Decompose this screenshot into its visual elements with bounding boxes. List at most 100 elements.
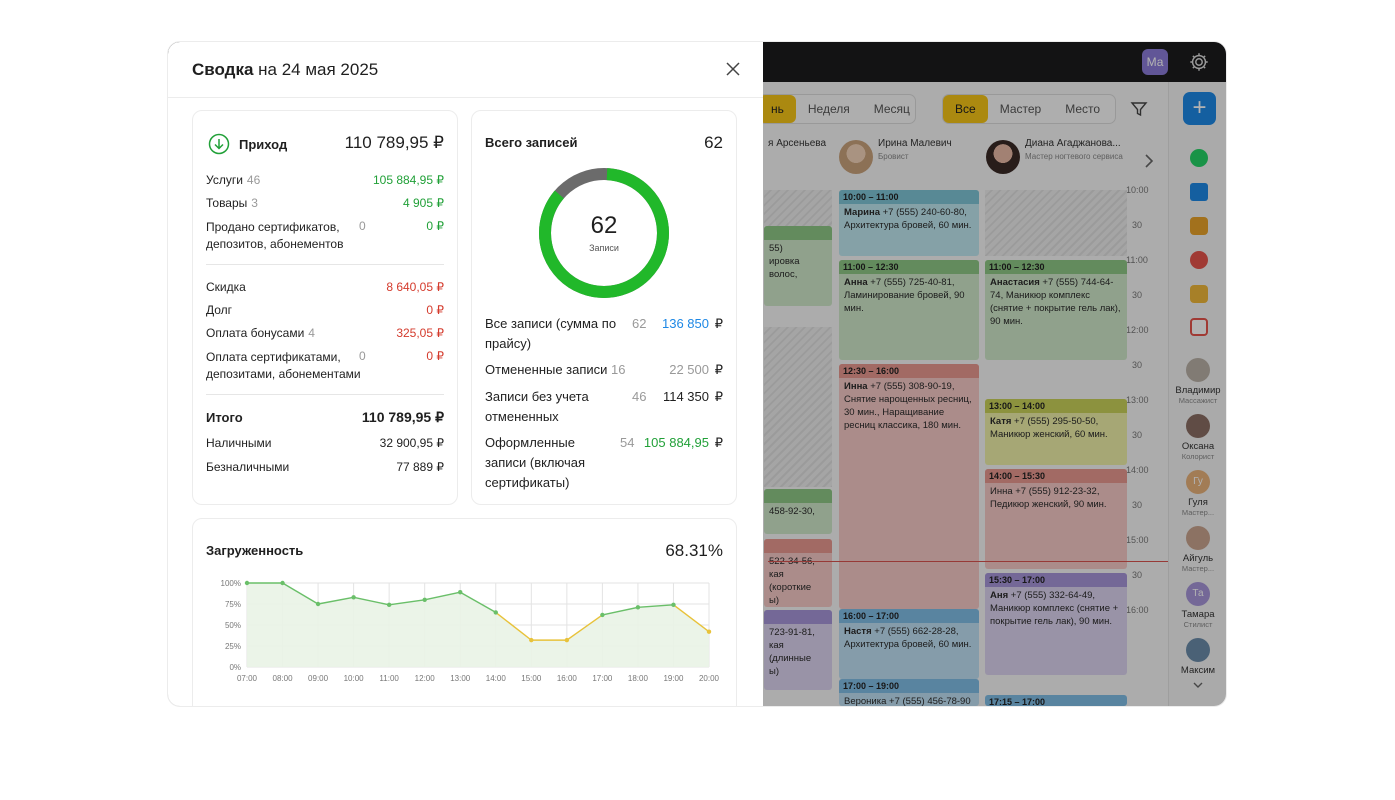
row-count: 46 — [246, 173, 261, 187]
records-row-label: Отмененные записи — [485, 362, 608, 377]
row-label: депозитов, абонементов — [206, 237, 344, 251]
deduction-row: Скидка — [206, 280, 246, 294]
chart-point — [493, 610, 498, 615]
records-row-value: 22 500 — [669, 362, 709, 377]
currency: ₽ — [714, 389, 723, 404]
chart-point — [529, 637, 534, 643]
row-label: Оплата сертификатами, — [206, 350, 341, 364]
currency: ₽ — [714, 316, 723, 331]
x-tick-label: 14:00 — [486, 674, 507, 683]
x-tick-label: 20:00 — [699, 674, 720, 683]
row-value: 105 884,95 ₽ — [372, 173, 444, 187]
row-value: 0 ₽ — [426, 303, 444, 317]
y-tick-label: 100% — [221, 579, 241, 588]
row-label: Оплата бонусами — [206, 326, 305, 340]
currency: ₽ — [714, 362, 723, 377]
deduction-row: Долг — [206, 303, 232, 317]
x-tick-label: 13:00 — [450, 674, 471, 683]
title-bold: Сводка — [192, 60, 254, 79]
row-value: 325,05 ₽ — [396, 326, 444, 340]
close-icon[interactable] — [724, 60, 742, 78]
records-total: 62 — [704, 133, 723, 152]
deduction-row: Оплата бонусами 4 — [206, 326, 315, 340]
income-card: Приход 110 789,95 ₽ Услуги 46 105 884,95 … — [192, 110, 458, 505]
chart-point — [351, 595, 356, 600]
records-row-label: Записи без учета отмененных — [485, 389, 589, 424]
row-label: Продано сертификатов, — [206, 220, 340, 234]
x-tick-label: 16:00 — [557, 674, 578, 683]
income-row: Услуги 46 — [206, 173, 260, 187]
income-label: Приход — [239, 137, 288, 152]
records-row-count: 54 — [620, 435, 635, 450]
load-chart: 100% 75% 50% 25% 0% 07:00 08:00 09:00 10:00 11:00… — [221, 579, 720, 683]
records-card: Всего записей 62 62 Записи Все записи (с… — [471, 110, 737, 505]
currency: ₽ — [714, 435, 723, 450]
chart-point — [280, 580, 285, 586]
total-value: 110 789,95 ₽ — [361, 409, 444, 425]
records-row-count: 16 — [611, 362, 626, 377]
load-card: Загруженность 68.31% 100% 75% 50% 25% 0% 07:0… — [192, 518, 737, 706]
modal-title: Сводка на 24 мая 2025 — [192, 60, 378, 80]
arrow-down-circle-icon — [208, 133, 230, 155]
load-value: 68.31% — [665, 541, 723, 560]
row-label: Услуги — [206, 173, 243, 187]
row-label: Товары — [206, 196, 248, 210]
x-tick-label: 18:00 — [628, 674, 649, 683]
app-window: Ма нь Неделя Месяц Все Мастер Место я Ар… — [168, 42, 1226, 706]
divider — [206, 394, 444, 395]
income-row: Товары 3 — [206, 196, 258, 210]
row-value: 0 ₽ — [426, 349, 444, 363]
load-label: Загруженность — [206, 543, 304, 558]
donut-value: 62 — [590, 212, 618, 239]
title-date: на 24 мая 2025 — [253, 60, 379, 79]
y-tick-label: 50% — [225, 621, 241, 630]
donut-caption: Записи — [589, 243, 619, 253]
x-tick-label: 15:00 — [521, 674, 542, 683]
x-tick-label: 17:00 — [592, 674, 613, 683]
row-label: депозитами, абонементами — [206, 367, 361, 381]
row-count: 0 — [359, 219, 366, 233]
y-tick-label: 25% — [225, 642, 241, 651]
x-tick-label: 19:00 — [663, 674, 684, 683]
row-value: 0 ₽ — [426, 219, 444, 233]
deduction-row: Оплата сертификатами, депозитами, абонеме… — [206, 349, 361, 383]
cash-label: Наличными — [206, 436, 272, 450]
records-row-label: Оформленные записи (включая сертификаты) — [485, 435, 586, 490]
row-value: 8 640,05 ₽ — [386, 280, 444, 294]
y-tick-label: 75% — [225, 600, 241, 609]
chart-point — [458, 590, 463, 595]
chart-point — [422, 597, 427, 602]
records-row-value: 114 350 — [662, 389, 709, 404]
chart-point — [315, 601, 321, 607]
records-row-value: 136 850 — [662, 316, 709, 331]
records-row-count: 46 — [632, 389, 647, 404]
x-tick-label: 07:00 — [237, 674, 258, 683]
x-tick-label: 09:00 — [308, 674, 329, 683]
x-tick-label: 12:00 — [415, 674, 436, 683]
chart-point — [386, 602, 392, 608]
chart-point — [706, 629, 712, 634]
chart-point — [600, 612, 605, 618]
row-count: 3 — [251, 196, 258, 210]
income-total: 110 789,95 ₽ — [344, 133, 444, 152]
card-value: 77 889 ₽ — [396, 460, 444, 474]
x-tick-label: 11:00 — [379, 674, 399, 683]
income-row: Продано сертификатов, депозитов, абонемен… — [206, 219, 343, 253]
x-tick-label: 08:00 — [273, 674, 294, 683]
row-count: 4 — [308, 326, 315, 340]
chart-point — [635, 605, 641, 610]
x-tick-label: 10:00 — [344, 674, 365, 683]
row-label: Долг — [206, 303, 233, 317]
row-label: Скидка — [206, 280, 246, 294]
summary-modal: Сводка на 24 мая 2025 Приход 110 789,95 … — [168, 42, 763, 706]
cash-value: 32 900,95 ₽ — [379, 436, 444, 450]
records-row-label: Все записи (сумма по прайсу) — [485, 316, 617, 351]
chart-point — [244, 580, 250, 586]
chart-point — [564, 637, 570, 643]
chart-area-fill — [247, 583, 709, 667]
y-tick-label: 0% — [229, 663, 241, 672]
card-label: Безналичными — [206, 460, 290, 474]
records-row-value: 105 884,95 — [643, 435, 709, 450]
divider — [168, 97, 763, 98]
chart-point — [671, 602, 676, 608]
